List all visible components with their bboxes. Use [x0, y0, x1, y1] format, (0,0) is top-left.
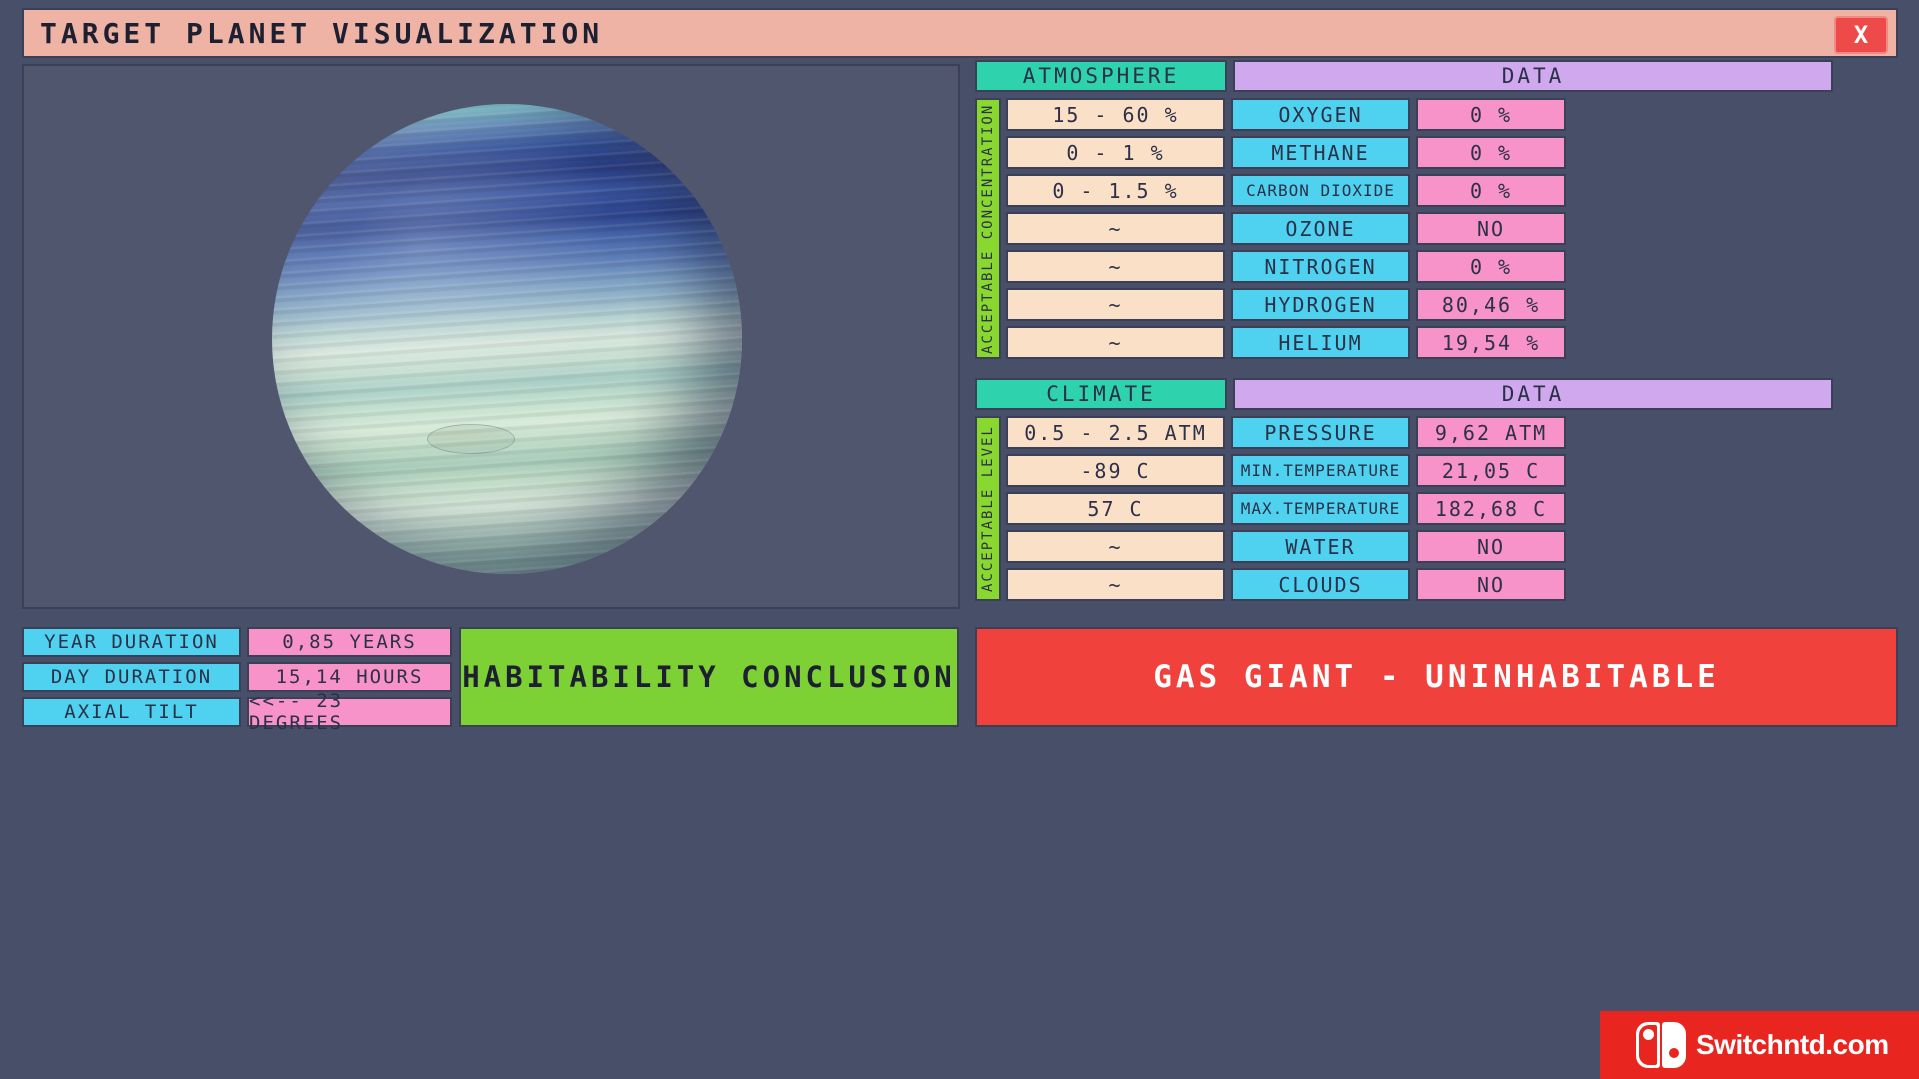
gas-value: NO — [1416, 212, 1566, 245]
planet-viewport[interactable] — [22, 64, 960, 609]
climate-metric-value: NO — [1416, 568, 1566, 601]
stat-label: YEAR DURATION — [22, 627, 241, 657]
acceptable-range: 0 - 1 % — [1006, 136, 1225, 169]
table-row: ~ CLOUDS NO — [1006, 568, 1833, 601]
stat-label: AXIAL TILT — [22, 697, 241, 727]
acceptable-range: 57 C — [1006, 492, 1225, 525]
climate-panel: CLIMATE DATA ACCEPTABLE LEVEL 0.5 - 2.5 … — [975, 378, 1833, 601]
gas-value: 19,54 % — [1416, 326, 1566, 359]
acceptable-level-label: ACCEPTABLE LEVEL — [975, 416, 1001, 601]
climate-metric-value: 9,62 ATM — [1416, 416, 1566, 449]
list-item: YEAR DURATION 0,85 YEARS — [22, 627, 452, 657]
table-row: 15 - 60 % OXYGEN 0 % — [1006, 98, 1833, 131]
stat-value: 0,85 YEARS — [247, 627, 452, 657]
close-icon[interactable]: X — [1834, 16, 1888, 54]
habitability-conclusion-label: HABITABILITY CONCLUSION — [459, 627, 959, 727]
page-title: TARGET PLANET VISUALIZATION — [40, 16, 604, 50]
gas-name: OXYGEN — [1231, 98, 1410, 131]
acceptable-range: ~ — [1006, 568, 1225, 601]
gas-value: 0 % — [1416, 136, 1566, 169]
table-row: ~ WATER NO — [1006, 530, 1833, 563]
climate-data-header: DATA — [1233, 378, 1833, 410]
atmosphere-body: ACCEPTABLE CONCENTRATION 15 - 60 % OXYGE… — [975, 98, 1833, 359]
atmosphere-header-row: ATMOSPHERE DATA — [975, 60, 1833, 92]
acceptable-concentration-label: ACCEPTABLE CONCENTRATION — [975, 98, 1001, 359]
acceptable-range: ~ — [1006, 288, 1225, 321]
planet-storm-spot — [427, 423, 516, 454]
table-row: 0 - 1 % METHANE 0 % — [1006, 136, 1833, 169]
gas-value: 80,46 % — [1416, 288, 1566, 321]
climate-body: ACCEPTABLE LEVEL 0.5 - 2.5 ATM PRESSURE … — [975, 416, 1833, 601]
atmosphere-header: ATMOSPHERE — [975, 60, 1227, 92]
list-item: DAY DURATION 15,14 HOURS — [22, 662, 452, 692]
window-titlebar: TARGET PLANET VISUALIZATION X — [22, 8, 1898, 58]
table-row: 0.5 - 2.5 ATM PRESSURE 9,62 ATM — [1006, 416, 1833, 449]
gas-name: CARBON DIOXIDE — [1231, 174, 1410, 207]
axial-tilt-slider[interactable]: <<-- 23 DEGREES — [247, 690, 452, 734]
atmosphere-panel: ATMOSPHERE DATA ACCEPTABLE CONCENTRATION… — [975, 60, 1833, 359]
gas-value: 0 % — [1416, 250, 1566, 283]
planet-sphere — [272, 104, 742, 574]
table-row: ~ HELIUM 19,54 % — [1006, 326, 1833, 359]
climate-metric-value: 182,68 C — [1416, 492, 1566, 525]
watermark: Switchntd.com — [1600, 1011, 1919, 1079]
list-item: AXIAL TILT <<-- 23 DEGREES — [22, 690, 452, 734]
acceptable-range: 15 - 60 % — [1006, 98, 1225, 131]
climate-header: CLIMATE — [975, 378, 1227, 410]
gas-name: OZONE — [1231, 212, 1410, 245]
table-row: ~ HYDROGEN 80,46 % — [1006, 288, 1833, 321]
acceptable-range: ~ — [1006, 250, 1225, 283]
climate-metric-value: NO — [1416, 530, 1566, 563]
planet-visualization-screen: TARGET PLANET VISUALIZATION X ATMOSPHERE… — [0, 0, 1919, 1079]
gas-name: HELIUM — [1231, 326, 1410, 359]
acceptable-range: ~ — [1006, 212, 1225, 245]
table-row: -89 C MIN.TEMPERATURE 21,05 C — [1006, 454, 1833, 487]
table-row: 0 - 1.5 % CARBON DIOXIDE 0 % — [1006, 174, 1833, 207]
stat-value: 15,14 HOURS — [247, 662, 452, 692]
acceptable-range: 0.5 - 2.5 ATM — [1006, 416, 1225, 449]
switch-logo-icon — [1636, 1022, 1686, 1068]
climate-metric-name: MIN.TEMPERATURE — [1231, 454, 1410, 487]
climate-rows: 0.5 - 2.5 ATM PRESSURE 9,62 ATM -89 C MI… — [1006, 416, 1833, 601]
gas-value: 0 % — [1416, 98, 1566, 131]
gas-name: HYDROGEN — [1231, 288, 1410, 321]
climate-header-row: CLIMATE DATA — [975, 378, 1833, 410]
gas-name: NITROGEN — [1231, 250, 1410, 283]
table-row: 57 C MAX.TEMPERATURE 182,68 C — [1006, 492, 1833, 525]
gas-value: 0 % — [1416, 174, 1566, 207]
climate-metric-name: MAX.TEMPERATURE — [1231, 492, 1410, 525]
watermark-text: Switchntd.com — [1696, 1029, 1889, 1060]
climate-metric-value: 21,05 C — [1416, 454, 1566, 487]
acceptable-range: ~ — [1006, 326, 1225, 359]
table-row: ~ NITROGEN 0 % — [1006, 250, 1833, 283]
orbital-stats: YEAR DURATION 0,85 YEARS DAY DURATION 15… — [22, 627, 452, 734]
acceptable-range: 0 - 1.5 % — [1006, 174, 1225, 207]
acceptable-range: -89 C — [1006, 454, 1225, 487]
acceptable-range: ~ — [1006, 530, 1225, 563]
atmosphere-rows: 15 - 60 % OXYGEN 0 % 0 - 1 % METHANE 0 %… — [1006, 98, 1833, 359]
climate-metric-name: PRESSURE — [1231, 416, 1410, 449]
climate-metric-name: CLOUDS — [1231, 568, 1410, 601]
table-row: ~ OZONE NO — [1006, 212, 1833, 245]
atmosphere-data-header: DATA — [1233, 60, 1833, 92]
climate-metric-name: WATER — [1231, 530, 1410, 563]
stat-label: DAY DURATION — [22, 662, 241, 692]
habitability-verdict-badge: GAS GIANT - UNINHABITABLE — [975, 627, 1898, 727]
gas-name: METHANE — [1231, 136, 1410, 169]
